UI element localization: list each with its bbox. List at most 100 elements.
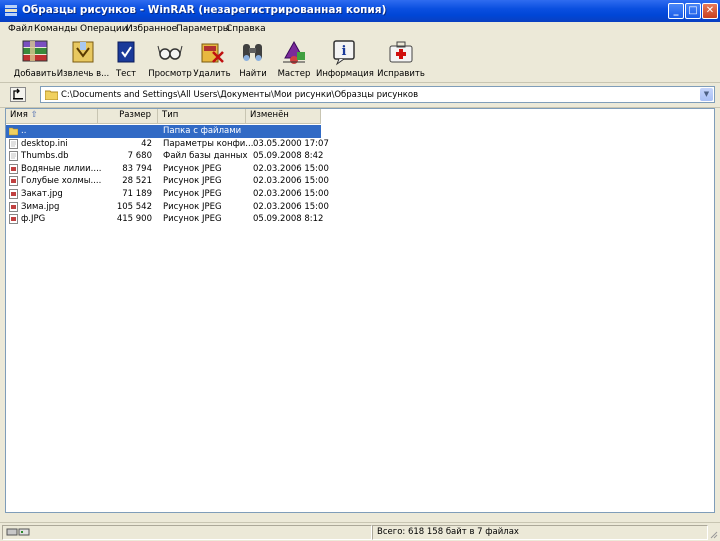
- info-icon: i: [333, 40, 355, 66]
- chevron-down-icon: ▼: [703, 90, 710, 98]
- toolbar: Добавить Извлечь в... Тест Просмотр Удал…: [0, 36, 720, 83]
- file-size: 105 542: [116, 201, 152, 212]
- image-file-icon: [9, 176, 18, 187]
- wizard-icon: [283, 40, 305, 64]
- menu-operations[interactable]: Операции: [80, 24, 128, 34]
- up-folder-button[interactable]: [10, 87, 26, 102]
- menu-bar: Файл Команды Операции Избранное Параметр…: [0, 22, 720, 36]
- test-icon: [117, 41, 135, 63]
- file-modified: 05.09.2008 8:12: [253, 214, 324, 225]
- menu-help[interactable]: Справка: [226, 24, 266, 34]
- delete-icon: [201, 43, 224, 63]
- up-arrow-icon: [13, 88, 23, 100]
- file-list[interactable]: Имя ⇧ Размер Тип Изменён .. Папка с файла…: [5, 108, 715, 513]
- file-name: Водяные лилии....: [21, 163, 102, 174]
- add-archive-icon: [22, 40, 48, 62]
- info-button-label: Информация: [316, 69, 374, 79]
- file-name: ф.JPG: [21, 214, 46, 225]
- path-dropdown-button[interactable]: ▼: [700, 88, 713, 101]
- status-right-panel: Всего: 618 158 байт в 7 файлах: [372, 525, 708, 540]
- wizard-button-label: Мастер: [277, 69, 311, 79]
- sort-up-icon: ⇧: [30, 110, 38, 120]
- maximize-button[interactable]: □: [685, 3, 701, 19]
- table-row[interactable]: Thumbs.db 7 680 Файл базы данных 05.09.2008…: [6, 150, 324, 163]
- repair-button[interactable]: Исправить: [373, 38, 429, 80]
- file-modified: 02.03.2006 15:00: [253, 176, 329, 187]
- file-size: 415 900: [116, 214, 152, 225]
- view-icon: [157, 45, 183, 60]
- file-type: Рисунок JPEG: [163, 163, 222, 174]
- file-type: Параметры конфи...: [163, 138, 254, 149]
- file-icon: [9, 138, 18, 149]
- column-modified-label: Изменён: [250, 110, 289, 120]
- wizard-button[interactable]: Мастер: [266, 38, 322, 80]
- status-summary: Всего: 618 158 байт в 7 файлах: [377, 527, 519, 537]
- table-row[interactable]: desktop.ini 42 Параметры конфи... 03.05.200…: [6, 138, 329, 151]
- menu-options[interactable]: Параметры: [176, 24, 230, 34]
- table-row[interactable]: Закат.jpg 71 189 Рисунок JPEG 02.03.2006 15…: [6, 188, 329, 201]
- menu-file[interactable]: Файл: [8, 24, 33, 34]
- image-file-icon: [9, 201, 18, 212]
- file-name: Закат.jpg: [21, 189, 63, 199]
- window-title: Образцы рисунков - WinRAR (незарегистрир…: [22, 4, 387, 16]
- file-name: desktop.ini: [21, 138, 68, 149]
- file-size: 28 521: [122, 176, 152, 187]
- status-bar: Всего: 618 158 байт в 7 файлах: [0, 522, 720, 541]
- menu-commands[interactable]: Команды: [34, 24, 77, 34]
- table-row[interactable]: ф.JPG 415 900 Рисунок JPEG 05.09.2008 8:12: [6, 213, 324, 226]
- svg-text:i: i: [342, 44, 347, 59]
- table-row[interactable]: .. Папка с файлами: [6, 125, 321, 138]
- file-modified: 02.03.2006 15:00: [253, 189, 329, 199]
- path-combobox[interactable]: C:\Documents and Settings\All Users\Доку…: [40, 86, 715, 103]
- drive-icon: [6, 528, 30, 536]
- column-size-label: Размер: [119, 110, 151, 120]
- file-type: Рисунок JPEG: [163, 201, 222, 212]
- folder-icon: [45, 90, 58, 100]
- file-modified: 05.09.2008 8:42: [253, 151, 324, 162]
- file-modified: 02.03.2006 15:00: [253, 201, 329, 212]
- resize-grip-icon[interactable]: [708, 529, 718, 539]
- file-modified: 03.05.2000 17:07: [253, 138, 329, 149]
- winrar-window: Образцы рисунков - WinRAR (незарегистрир…: [0, 0, 720, 541]
- table-row[interactable]: Зима.jpg 105 542 Рисунок JPEG 02.03.2006 15…: [6, 201, 329, 214]
- column-type[interactable]: Тип: [158, 109, 246, 123]
- file-type: Файл базы данных: [163, 151, 248, 162]
- image-file-icon: [9, 189, 18, 199]
- file-name: ..: [21, 126, 27, 136]
- column-name[interactable]: Имя ⇧: [6, 109, 98, 123]
- file-name: Зима.jpg: [21, 201, 60, 212]
- file-name: Голубые холмы....: [21, 176, 102, 187]
- file-type: Рисунок JPEG: [163, 214, 222, 225]
- path-text: C:\Documents and Settings\All Users\Доку…: [61, 90, 419, 100]
- table-row[interactable]: Водяные лилии.... 83 794 Рисунок JPEG 02.03…: [6, 163, 329, 176]
- image-file-icon: [9, 163, 18, 174]
- winrar-app-icon: [5, 5, 17, 16]
- list-header: Имя ⇧ Размер Тип Изменён: [6, 109, 321, 124]
- status-left-panel: [2, 525, 372, 540]
- image-file-icon: [9, 214, 18, 225]
- file-icon: [9, 151, 18, 162]
- menu-favorites[interactable]: Избранное: [126, 24, 177, 34]
- file-type: Папка с файлами: [163, 126, 242, 136]
- extract-icon: [72, 41, 94, 63]
- table-row[interactable]: Голубые холмы.... 28 521 Рисунок JPEG 02.03…: [6, 175, 329, 188]
- close-button[interactable]: ✕: [702, 3, 718, 19]
- minimize-button[interactable]: _: [668, 3, 684, 19]
- file-size: 71 189: [122, 189, 152, 199]
- file-type: Рисунок JPEG: [163, 176, 222, 187]
- repair-button-label: Исправить: [377, 69, 425, 79]
- repair-icon: [389, 41, 413, 63]
- column-modified[interactable]: Изменён: [246, 109, 321, 123]
- file-modified: 02.03.2006 15:00: [253, 163, 329, 174]
- title-bar[interactable]: Образцы рисунков - WinRAR (незарегистрир…: [0, 0, 720, 22]
- file-size: 83 794: [122, 163, 152, 174]
- column-type-label: Тип: [162, 110, 179, 120]
- file-size: 42: [141, 138, 152, 149]
- info-button[interactable]: i Информация: [316, 38, 374, 80]
- find-icon: [243, 44, 262, 61]
- folder-icon: [9, 127, 18, 136]
- file-size: 7 680: [127, 151, 152, 162]
- column-name-label: Имя: [10, 110, 28, 120]
- column-size[interactable]: Размер: [98, 109, 158, 123]
- address-bar: C:\Documents and Settings\All Users\Доку…: [0, 83, 720, 108]
